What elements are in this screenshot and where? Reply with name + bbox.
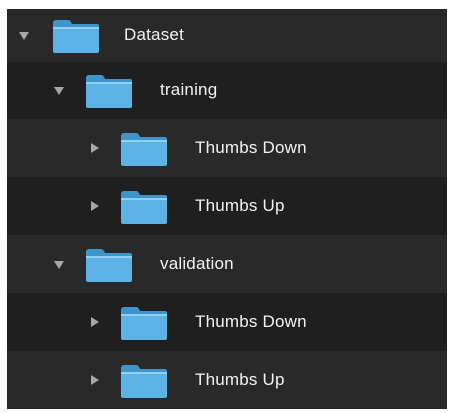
tree-row-training-thumbs-down[interactable]: Thumbs Down <box>7 119 447 177</box>
disclosure-closed-icon[interactable] <box>91 375 99 385</box>
folder-icon <box>119 188 169 226</box>
disclosure-closed-icon[interactable] <box>91 317 99 327</box>
tree-row-validation-thumbs-down[interactable]: Thumbs Down <box>7 293 447 351</box>
tree-row-label: Thumbs Down <box>195 138 307 157</box>
folder-icon <box>84 72 134 110</box>
tree-row-label: training <box>160 80 218 99</box>
disclosure-closed-icon[interactable] <box>91 201 99 211</box>
tree-row-validation-thumbs-up[interactable]: Thumbs Up <box>7 351 447 409</box>
disclosure-open-icon[interactable] <box>19 32 29 40</box>
tree-row-validation[interactable]: validation <box>7 235 447 293</box>
folder-icon <box>119 362 169 400</box>
tree-row-label: Thumbs Up <box>195 196 285 215</box>
disclosure-open-icon[interactable] <box>54 87 64 95</box>
tree-row-training-thumbs-up[interactable]: Thumbs Up <box>7 177 447 235</box>
tree-row-label: Thumbs Up <box>195 370 285 389</box>
folder-icon <box>119 304 169 342</box>
tree-row-training[interactable]: training <box>7 62 447 119</box>
disclosure-closed-icon[interactable] <box>91 143 99 153</box>
folder-icon <box>119 130 169 168</box>
folder-icon <box>84 246 134 284</box>
folder-tree: Dataset training Thumbs Down Thumbs Up v… <box>7 9 447 409</box>
tree-row-label: validation <box>160 254 234 273</box>
folder-icon <box>51 17 101 55</box>
disclosure-open-icon[interactable] <box>54 261 64 269</box>
tree-row-label: Dataset <box>124 25 184 44</box>
tree-row-label: Thumbs Down <box>195 312 307 331</box>
tree-row-dataset[interactable]: Dataset <box>7 9 447 62</box>
